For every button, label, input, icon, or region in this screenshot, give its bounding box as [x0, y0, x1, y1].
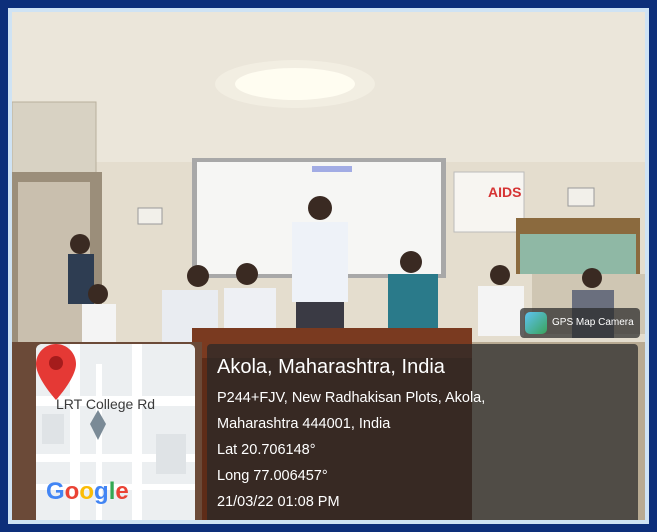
photo-border: AIDS LRT College Rd Google Akola, Mahara… — [8, 8, 649, 524]
gps-map-camera-icon — [525, 312, 547, 334]
app-badge: GPS Map Camera — [520, 308, 640, 338]
location-pin-icon — [36, 344, 76, 400]
photo-frame: AIDS LRT College Rd Google Akola, Mahara… — [0, 0, 657, 532]
poster-text: AIDS — [488, 184, 521, 200]
classroom-photo: AIDS LRT College Rd Google Akola, Mahara… — [12, 12, 645, 520]
longitude: Long 77.006457° — [217, 468, 328, 484]
location-info-panel: Akola, Maharashtra, India P244+FJV, New … — [207, 344, 638, 520]
timestamp: 21/03/22 01:08 PM — [217, 494, 340, 510]
map-thumbnail[interactable]: LRT College Rd Google — [36, 344, 195, 520]
address-line-1: P244+FJV, New Radhakisan Plots, Akola, — [217, 390, 486, 406]
latitude: Lat 20.706148° — [217, 442, 316, 458]
app-badge-label: GPS Map Camera — [552, 317, 634, 328]
address-line-2: Maharashtra 444001, India — [217, 416, 391, 432]
google-logo: Google — [46, 478, 129, 505]
location-title: Akola, Maharashtra, India — [217, 356, 445, 378]
